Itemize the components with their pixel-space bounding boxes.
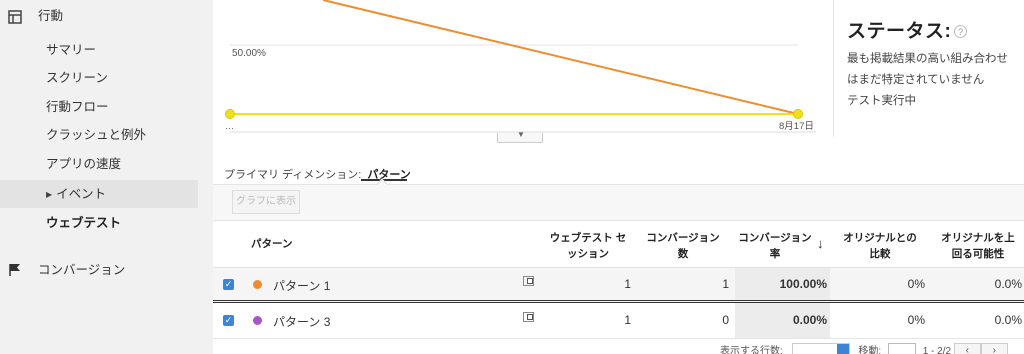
status-title-text: ステータス: [847,21,952,42]
data-point[interactable] [225,109,235,119]
page-range: 1 - 2/2 [922,346,952,354]
compare-value: 0% [907,277,925,291]
header-line: 回る可能性 [951,248,1005,260]
probability-value: 0.0% [994,313,1022,327]
header-line: 数 [677,248,689,260]
table-header: パターン ウェブテスト セ ッション コンバージョン 数 コンバージョン 率 ↓… [213,221,1024,268]
next-page-button[interactable]: › [980,343,1008,354]
series-line-orange [322,0,799,115]
column-header-conversions[interactable]: コンバージョン 数 [638,230,728,262]
open-variation-icon[interactable] [523,312,534,322]
sidebar-item-label: クラッシュと例外 [46,128,147,142]
sidebar-section-conversions[interactable]: コンバージョン [0,258,198,282]
probability-value: 0.0% [994,277,1022,291]
sidebar-item-label: イベント [56,187,107,201]
status-line: 最も掲載結果の高い組み合わせ [847,53,1008,65]
conversions-value: 0 [722,313,729,327]
table-row: ✓ パターン 1 1 1 100.00% 0% 0.0% [213,268,1024,303]
sidebar-item-screens[interactable]: スクリーン [0,64,198,92]
conversions-value: 1 [722,277,729,291]
row-checkbox[interactable]: ✓ [223,279,234,290]
sidebar-item-label: 行動フロー [46,100,109,114]
status-line: はまだ特定されていません [847,74,985,86]
sidebar-item-crashes[interactable]: クラッシュと例外 [0,121,198,149]
column-header-compare-original[interactable]: オリジナルとの 比較 [835,230,925,262]
sidebar-item-summary[interactable]: サマリー [0,36,198,64]
chart: 50.00% … 8月17日 ▼ [213,0,833,150]
header-line: コンバージョン [738,232,812,244]
status-line: テスト実行中 [847,95,916,107]
y-tick-label: 50.00% [232,48,266,59]
column-header-pattern[interactable]: パターン [251,236,292,252]
header-line: オリジナルを上 [941,232,1015,244]
sidebar-item-label: サマリー [46,43,97,57]
prev-page-button[interactable]: ‹ [953,343,981,354]
header-line: コンバージョン [646,232,720,244]
table-row: ✓ パターン 3 1 0 0.00% 0% 0.0% [213,303,1024,339]
status-title: ステータス:? [847,16,1024,43]
header-line: 率 [769,248,781,260]
header-line: オリジナルとの [843,232,917,244]
sidebar-item-label: ウェブテスト [46,216,122,230]
dimension-label: プライマリ ディメンション: [224,169,362,181]
sidebar: 行動 サマリー スクリーン 行動フロー クラッシュと例外 アプリの速度 ▶ イベン… [0,0,213,354]
sidebar-item-label: スクリーン [46,71,108,85]
column-header-sessions[interactable]: ウェブテスト セ ッション [543,230,633,262]
header-line: ッション [567,248,609,260]
help-icon[interactable]: ? [954,25,968,39]
header-line: ウェブテスト セ [549,232,627,244]
chart-expand-handle[interactable]: ▼ [497,130,543,143]
compare-value: 0% [907,313,925,327]
sidebar-item-web-tests[interactable]: ウェブテスト [0,209,198,237]
sidebar-item-events[interactable]: ▶ イベント [0,180,198,208]
table-toolbar: グラフに表示 [213,178,1024,221]
series-color-dot [253,316,262,325]
pattern-name[interactable]: パターン 1 [273,277,330,294]
line-chart-svg: 50.00% … 8月17日 [225,0,816,133]
sidebar-section-behavior[interactable]: 行動 [0,4,198,28]
select-arrow-icon [836,344,849,354]
sidebar-item-behavior-flow[interactable]: 行動フロー [0,93,198,121]
series-color-dot [253,280,262,289]
behavior-icon [8,10,22,24]
conversion-rate-value: 0.00% [792,313,827,327]
x-tick-label: … [225,121,234,131]
pagination: 表示する行数: 移動: 1 - 2/2 ‹ › [720,342,1008,354]
flag-icon [9,264,20,276]
x-tick-label: 8月17日 [779,121,814,132]
pattern-name[interactable]: パターン 3 [273,313,330,330]
data-point[interactable] [793,109,803,119]
header-line: 比較 [869,248,891,260]
sidebar-item-label: アプリの速度 [46,157,122,171]
conversion-rate-value: 100.00% [779,277,827,291]
open-variation-icon[interactable] [523,276,534,286]
status-panel: ステータス:? 最も掲載結果の高い組み合わせ はまだ特定されていません テスト実… [833,0,1024,137]
rows-per-page-label: 表示する行数: [720,346,783,354]
row-checkbox[interactable]: ✓ [223,315,234,326]
goto-page-input[interactable] [887,343,916,354]
column-header-probability[interactable]: オリジナルを上 回る可能性 [933,230,1023,262]
column-header-conversion-rate[interactable]: コンバージョン 率 [735,230,815,262]
goto-label: 移動: [858,346,882,354]
data-table: パターン ウェブテスト セ ッション コンバージョン 数 コンバージョン 率 ↓… [213,221,1024,339]
sessions-value: 1 [624,277,631,291]
expand-caret-icon: ▶ [46,190,53,199]
rows-per-page-select[interactable] [791,343,850,354]
sessions-value: 1 [624,313,631,327]
plot-rows-button[interactable]: グラフに表示 [232,190,300,214]
sidebar-item-app-speed[interactable]: アプリの速度 [0,150,198,178]
chevron-down-icon: ▼ [517,130,525,139]
sort-descending-icon[interactable]: ↓ [817,236,824,252]
